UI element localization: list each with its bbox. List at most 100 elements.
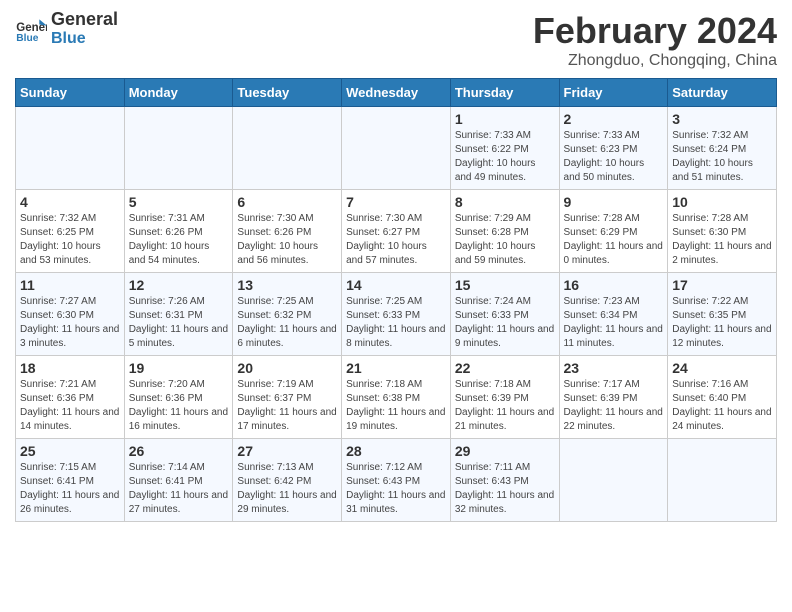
day-info: Sunrise: 7:15 AM Sunset: 6:41 PM Dayligh… xyxy=(20,461,120,517)
calendar-cell: 20 Sunrise: 7:19 AM Sunset: 6:37 PM Dayli… xyxy=(233,356,342,439)
calendar-cell: 25 Sunrise: 7:15 AM Sunset: 6:41 PM Dayli… xyxy=(16,439,125,522)
main-title: February 2024 xyxy=(533,10,777,52)
calendar-cell: 9 Sunrise: 7:28 AM Sunset: 6:29 PM Daylig… xyxy=(559,190,668,273)
svg-text:Blue: Blue xyxy=(16,33,38,44)
calendar-cell: 15 Sunrise: 7:24 AM Sunset: 6:33 PM Dayli… xyxy=(450,273,559,356)
day-info: Sunrise: 7:11 AM Sunset: 6:43 PM Dayligh… xyxy=(455,461,555,517)
col-header-thursday: Thursday xyxy=(450,79,559,107)
day-number: 6 xyxy=(237,194,337,210)
day-info: Sunrise: 7:26 AM Sunset: 6:31 PM Dayligh… xyxy=(129,295,229,351)
day-info: Sunrise: 7:17 AM Sunset: 6:39 PM Dayligh… xyxy=(564,378,664,434)
logo: General Blue General Blue xyxy=(15,10,118,48)
col-header-wednesday: Wednesday xyxy=(342,79,451,107)
calendar-cell: 5Sunrise: 7:31 AM Sunset: 6:26 PM Daylig… xyxy=(124,190,233,273)
day-number: 17 xyxy=(672,277,772,293)
day-number: 15 xyxy=(455,277,555,293)
day-info: Sunrise: 7:27 AM Sunset: 6:30 PM Dayligh… xyxy=(20,295,120,351)
calendar-cell xyxy=(559,439,668,522)
day-number: 12 xyxy=(129,277,229,293)
day-number: 4 xyxy=(20,194,120,210)
calendar-cell: 3 Sunrise: 7:32 AM Sunset: 6:24 PM Daylig… xyxy=(668,107,777,190)
day-info: Sunrise: 7:21 AM Sunset: 6:36 PM Dayligh… xyxy=(20,378,120,434)
calendar-cell: 14 Sunrise: 7:25 AM Sunset: 6:33 PM Dayli… xyxy=(342,273,451,356)
calendar-cell: 27 Sunrise: 7:13 AM Sunset: 6:42 PM Dayli… xyxy=(233,439,342,522)
day-number: 19 xyxy=(129,360,229,376)
week-row-3: 11 Sunrise: 7:27 AM Sunset: 6:30 PM Dayli… xyxy=(16,273,777,356)
col-header-monday: Monday xyxy=(124,79,233,107)
week-row-1: 1Sunrise: 7:33 AM Sunset: 6:22 PM Daylig… xyxy=(16,107,777,190)
day-info: Sunrise: 7:18 AM Sunset: 6:39 PM Dayligh… xyxy=(455,378,555,434)
day-number: 13 xyxy=(237,277,337,293)
col-header-sunday: Sunday xyxy=(16,79,125,107)
day-number: 28 xyxy=(346,443,446,459)
calendar-cell: 8Sunrise: 7:29 AM Sunset: 6:28 PM Daylig… xyxy=(450,190,559,273)
day-number: 24 xyxy=(672,360,772,376)
logo-icon: General Blue xyxy=(15,13,47,45)
day-info: Sunrise: 7:33 AM Sunset: 6:23 PM Dayligh… xyxy=(564,129,664,185)
calendar-cell: 6 Sunrise: 7:30 AM Sunset: 6:26 PM Daylig… xyxy=(233,190,342,273)
day-number: 26 xyxy=(129,443,229,459)
calendar-cell: 4Sunrise: 7:32 AM Sunset: 6:25 PM Daylig… xyxy=(16,190,125,273)
day-number: 20 xyxy=(237,360,337,376)
calendar-cell: 16 Sunrise: 7:23 AM Sunset: 6:34 PM Dayli… xyxy=(559,273,668,356)
day-number: 11 xyxy=(20,277,120,293)
day-number: 9 xyxy=(564,194,664,210)
day-info: Sunrise: 7:19 AM Sunset: 6:37 PM Dayligh… xyxy=(237,378,337,434)
calendar-cell xyxy=(124,107,233,190)
day-info: Sunrise: 7:20 AM Sunset: 6:36 PM Dayligh… xyxy=(129,378,229,434)
header: General Blue General Blue February 2024 … xyxy=(15,10,777,70)
day-number: 27 xyxy=(237,443,337,459)
day-info: Sunrise: 7:30 AM Sunset: 6:26 PM Dayligh… xyxy=(237,212,337,268)
calendar-cell: 7 Sunrise: 7:30 AM Sunset: 6:27 PM Daylig… xyxy=(342,190,451,273)
calendar-cell xyxy=(16,107,125,190)
logo-general: General xyxy=(51,9,118,29)
day-number: 3 xyxy=(672,111,772,127)
title-area: February 2024 Zhongduo, Chongqing, China xyxy=(533,10,777,70)
day-info: Sunrise: 7:25 AM Sunset: 6:32 PM Dayligh… xyxy=(237,295,337,351)
day-number: 7 xyxy=(346,194,446,210)
calendar-header-row: SundayMondayTuesdayWednesdayThursdayFrid… xyxy=(16,79,777,107)
week-row-4: 18Sunrise: 7:21 AM Sunset: 6:36 PM Dayli… xyxy=(16,356,777,439)
day-number: 2 xyxy=(564,111,664,127)
col-header-tuesday: Tuesday xyxy=(233,79,342,107)
calendar-cell xyxy=(342,107,451,190)
day-info: Sunrise: 7:12 AM Sunset: 6:43 PM Dayligh… xyxy=(346,461,446,517)
day-info: Sunrise: 7:25 AM Sunset: 6:33 PM Dayligh… xyxy=(346,295,446,351)
day-info: Sunrise: 7:24 AM Sunset: 6:33 PM Dayligh… xyxy=(455,295,555,351)
calendar-cell: 19 Sunrise: 7:20 AM Sunset: 6:36 PM Dayli… xyxy=(124,356,233,439)
calendar-cell: 10 Sunrise: 7:28 AM Sunset: 6:30 PM Dayli… xyxy=(668,190,777,273)
day-info: Sunrise: 7:22 AM Sunset: 6:35 PM Dayligh… xyxy=(672,295,772,351)
calendar-cell: 12 Sunrise: 7:26 AM Sunset: 6:31 PM Dayli… xyxy=(124,273,233,356)
calendar-cell: 21Sunrise: 7:18 AM Sunset: 6:38 PM Dayli… xyxy=(342,356,451,439)
day-info: Sunrise: 7:13 AM Sunset: 6:42 PM Dayligh… xyxy=(237,461,337,517)
week-row-5: 25 Sunrise: 7:15 AM Sunset: 6:41 PM Dayli… xyxy=(16,439,777,522)
day-number: 1 xyxy=(455,111,555,127)
col-header-saturday: Saturday xyxy=(668,79,777,107)
day-info: Sunrise: 7:29 AM Sunset: 6:28 PM Dayligh… xyxy=(455,212,555,268)
day-info: Sunrise: 7:28 AM Sunset: 6:30 PM Dayligh… xyxy=(672,212,772,268)
day-info: Sunrise: 7:23 AM Sunset: 6:34 PM Dayligh… xyxy=(564,295,664,351)
day-number: 25 xyxy=(20,443,120,459)
day-info: Sunrise: 7:28 AM Sunset: 6:29 PM Dayligh… xyxy=(564,212,664,268)
calendar-cell: 2 Sunrise: 7:33 AM Sunset: 6:23 PM Daylig… xyxy=(559,107,668,190)
day-number: 16 xyxy=(564,277,664,293)
calendar-cell: 17 Sunrise: 7:22 AM Sunset: 6:35 PM Dayli… xyxy=(668,273,777,356)
day-number: 10 xyxy=(672,194,772,210)
calendar-cell: 23 Sunrise: 7:17 AM Sunset: 6:39 PM Dayli… xyxy=(559,356,668,439)
calendar-cell xyxy=(668,439,777,522)
day-number: 14 xyxy=(346,277,446,293)
day-info: Sunrise: 7:32 AM Sunset: 6:24 PM Dayligh… xyxy=(672,129,772,185)
day-info: Sunrise: 7:30 AM Sunset: 6:27 PM Dayligh… xyxy=(346,212,446,268)
logo-blue: Blue xyxy=(51,30,118,48)
day-number: 23 xyxy=(564,360,664,376)
calendar-cell: 24 Sunrise: 7:16 AM Sunset: 6:40 PM Dayli… xyxy=(668,356,777,439)
calendar-cell: 28 Sunrise: 7:12 AM Sunset: 6:43 PM Dayli… xyxy=(342,439,451,522)
subtitle: Zhongduo, Chongqing, China xyxy=(533,52,777,70)
day-number: 21 xyxy=(346,360,446,376)
day-number: 29 xyxy=(455,443,555,459)
day-info: Sunrise: 7:16 AM Sunset: 6:40 PM Dayligh… xyxy=(672,378,772,434)
calendar-cell: 1Sunrise: 7:33 AM Sunset: 6:22 PM Daylig… xyxy=(450,107,559,190)
day-info: Sunrise: 7:31 AM Sunset: 6:26 PM Dayligh… xyxy=(129,212,229,268)
calendar-body: 1Sunrise: 7:33 AM Sunset: 6:22 PM Daylig… xyxy=(16,107,777,522)
calendar-cell: 18Sunrise: 7:21 AM Sunset: 6:36 PM Dayli… xyxy=(16,356,125,439)
